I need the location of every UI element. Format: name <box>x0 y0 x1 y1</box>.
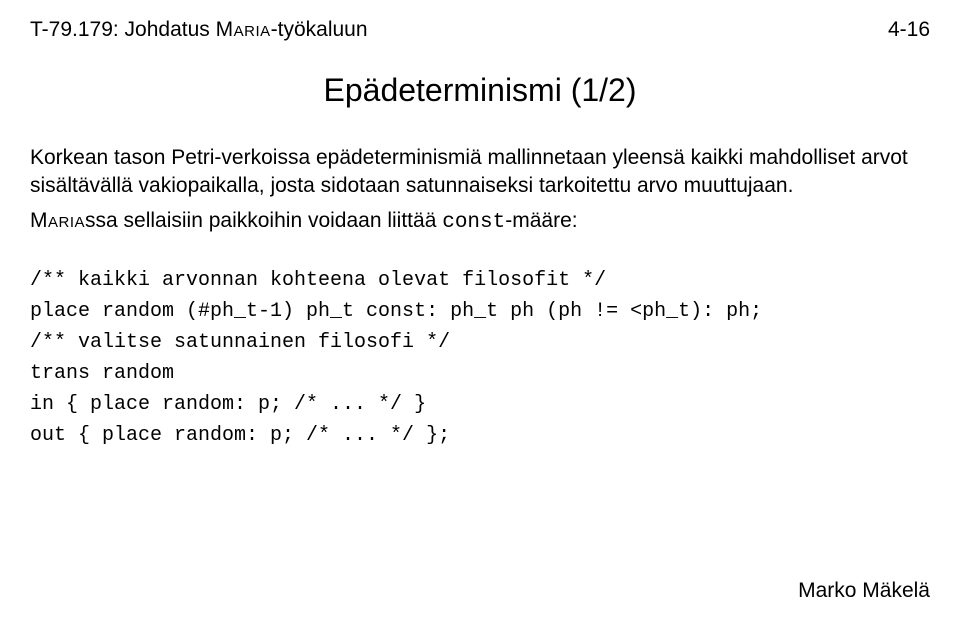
code-line-5: in { place random: p; /* ... */ } <box>30 393 426 416</box>
code-line-6: out { place random: p; /* ... */ }; <box>30 424 450 447</box>
maria-smallcaps: Maria <box>30 209 85 232</box>
code-line-3: /** valitse satunnainen filosofi */ <box>30 331 450 354</box>
para2-post: -määre: <box>505 209 577 232</box>
code-line-2: place random (#ph_t-1) ph_t const: ph_t … <box>30 300 762 323</box>
author-footer: Marko Mäkelä <box>798 579 930 603</box>
code-line-4: trans random <box>30 362 174 385</box>
header-left: T-79.179: Johdatus Maria-työkaluun <box>30 18 368 42</box>
course-suffix: -työkaluun <box>271 18 368 41</box>
paragraph-2: Mariassa sellaisiin paikkoihin voidaan l… <box>30 207 930 237</box>
tool-name: Maria <box>216 18 271 41</box>
const-keyword: const <box>442 211 505 234</box>
code-block: /** kaikki arvonnan kohteena olevat filo… <box>30 265 930 451</box>
paragraph-1: Korkean tason Petri-verkoissa epädetermi… <box>30 144 930 201</box>
page-number: 4-16 <box>888 18 930 42</box>
slide-title: Epädeterminismi (1/2) <box>30 72 930 109</box>
para2-mid: ssa sellaisiin paikkoihin voidaan liittä… <box>85 209 442 232</box>
slide-header: T-79.179: Johdatus Maria-työkaluun 4-16 <box>30 18 930 42</box>
course-code: T-79.179: Johdatus <box>30 18 216 41</box>
code-line-1: /** kaikki arvonnan kohteena olevat filo… <box>30 269 606 292</box>
